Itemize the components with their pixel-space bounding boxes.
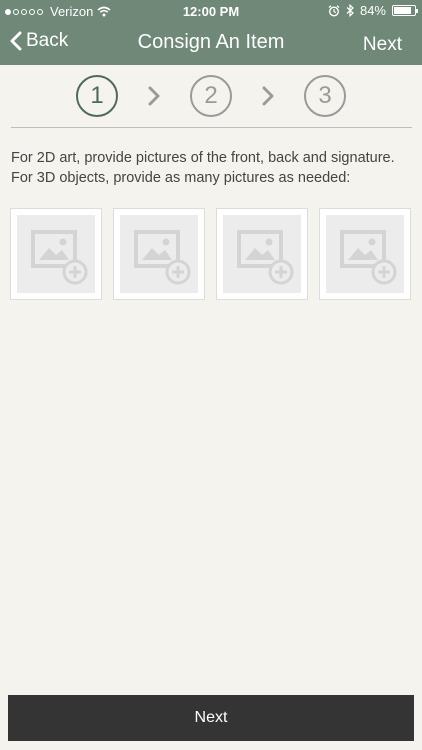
nav-next-button[interactable]: Next <box>363 34 402 56</box>
battery-percent: 84% <box>359 3 386 18</box>
photo-slot-3[interactable] <box>216 208 308 300</box>
battery-fill <box>394 7 411 14</box>
battery-icon <box>392 5 418 16</box>
stepper: 1 2 3 <box>0 75 422 117</box>
photo-placeholder <box>120 215 198 293</box>
add-photo-icon <box>134 230 191 285</box>
photo-placeholder <box>223 215 301 293</box>
bluetooth-icon <box>346 4 354 17</box>
add-photo-icon <box>237 230 294 285</box>
photo-placeholder <box>17 215 95 293</box>
step-1[interactable]: 1 <box>76 75 118 117</box>
page-title: Consign An Item <box>137 31 285 53</box>
chevron-right-icon <box>148 86 160 106</box>
add-photo-icon <box>340 230 397 285</box>
next-button[interactable]: Next <box>8 695 414 741</box>
status-bar: Verizon 12:00 PM 84% <box>0 0 422 22</box>
instructions: For 2D art, provide pictures of the fron… <box>11 148 416 188</box>
photo-placeholder <box>326 215 404 293</box>
instructions-line-1: For 2D art, provide pictures of the fron… <box>11 150 395 166</box>
instructions-line-2: For 3D objects, provide as many pictures… <box>11 170 351 186</box>
nav-bar: Back Consign An Item Next <box>0 22 422 65</box>
divider <box>11 127 412 128</box>
step-2[interactable]: 2 <box>190 75 232 117</box>
consign-item-screen: Verizon 12:00 PM 84% Back Consign An Ite… <box>0 0 422 750</box>
photo-slot-1[interactable] <box>10 208 102 300</box>
step-3[interactable]: 3 <box>304 75 346 117</box>
chevron-right-icon <box>262 86 274 106</box>
status-right: 84% <box>328 3 418 18</box>
alarm-icon <box>328 4 340 17</box>
header: Verizon 12:00 PM 84% Back Consign An Ite… <box>0 0 422 65</box>
add-photo-icon <box>31 230 88 285</box>
photo-slot-2[interactable] <box>113 208 205 300</box>
photo-slot-4[interactable] <box>319 208 411 300</box>
